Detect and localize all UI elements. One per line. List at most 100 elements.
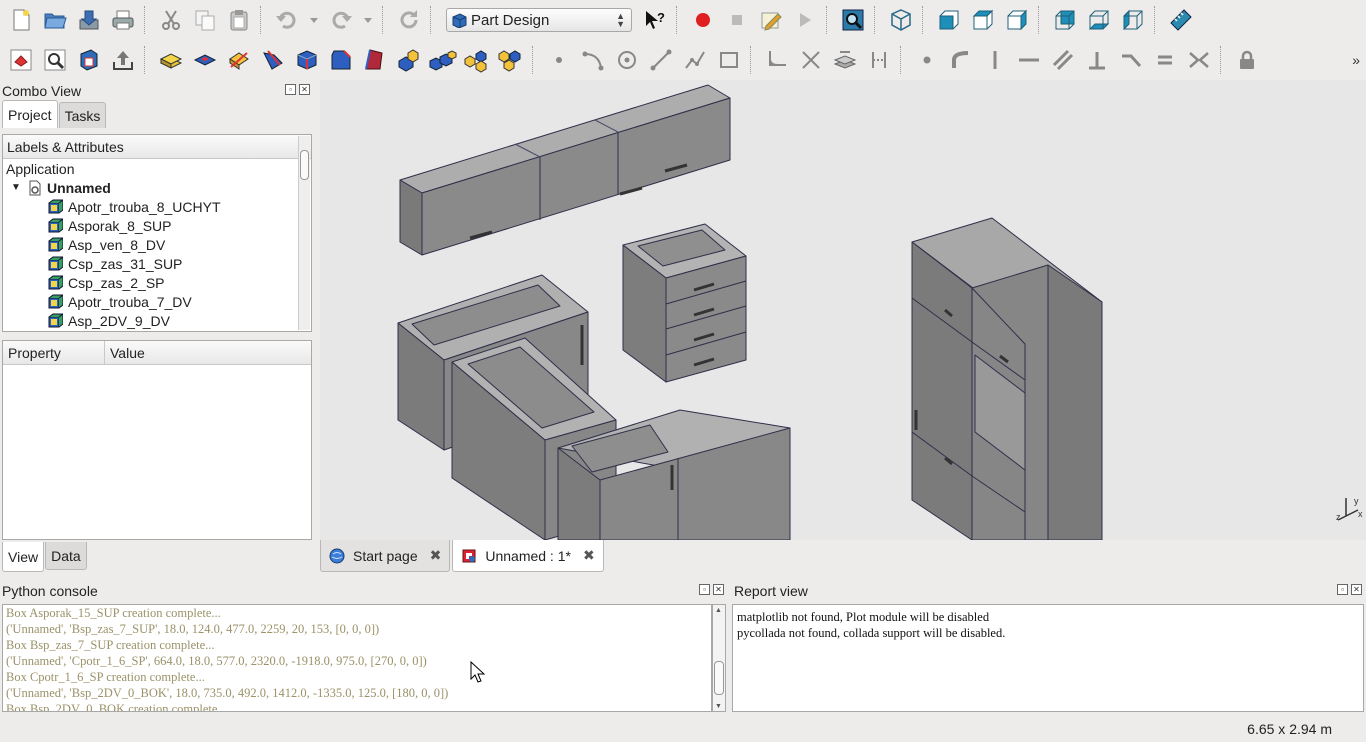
constrain-equal-icon[interactable] [1148,43,1182,77]
tree-application-root[interactable]: Application [3,159,311,178]
tab-start-page[interactable]: Start page ✖ [320,540,451,572]
toolbar-overflow-icon[interactable]: » [1352,52,1360,68]
constrain-symmetric-icon[interactable] [1114,43,1148,77]
console-scrollbar[interactable]: ▲ ▼ [712,604,726,712]
create-body-icon[interactable] [4,43,38,77]
tree-document-row[interactable]: ▼ Unnamed [3,178,311,197]
tree-item[interactable]: Asp_2DV_9_DV [3,311,311,330]
macro-record-icon[interactable] [686,3,720,37]
construction-mode-icon[interactable] [862,43,896,77]
macro-edit-icon[interactable] [754,3,788,37]
scroll-down-icon[interactable]: ▼ [715,703,722,710]
groove-icon[interactable] [256,43,290,77]
macro-run-icon[interactable] [788,3,822,37]
revolution-icon[interactable] [222,43,256,77]
close-icon[interactable]: ✕ [1351,584,1362,595]
view-front-icon[interactable] [932,3,966,37]
paste-icon[interactable] [222,3,256,37]
undo-icon[interactable] [270,3,304,37]
tab-data[interactable]: Data [45,542,87,570]
sketch-line-icon[interactable] [644,43,678,77]
sketch-polyline-icon[interactable] [678,43,712,77]
undock-icon[interactable]: ▫ [699,584,710,595]
fit-all-icon[interactable] [836,3,870,37]
view-left-icon[interactable] [1116,3,1150,37]
constrain-tangent-icon[interactable] [944,43,978,77]
scroll-thumb[interactable] [714,661,724,695]
expand-arrow-icon[interactable]: ▼ [11,182,25,193]
view-right-icon[interactable] [1000,3,1034,37]
close-icon[interactable]: ✕ [713,584,724,595]
view-bottom-icon[interactable] [1082,3,1116,37]
mirrored-icon[interactable] [392,43,426,77]
measure-distance-icon[interactable] [1164,3,1198,37]
close-icon[interactable]: ✖ [583,547,595,564]
report-view-output[interactable]: matplotlib not found, Plot module will b… [732,604,1364,712]
tree-scrollbar[interactable] [298,136,310,330]
constrain-coincident-icon[interactable] [910,43,944,77]
leave-sketch-icon[interactable] [106,43,140,77]
save-icon[interactable] [72,3,106,37]
tab-unnamed[interactable]: Unnamed : 1* ✖ [452,540,604,572]
refresh-icon[interactable] [392,3,426,37]
sketch-trim-icon[interactable] [794,43,828,77]
copy-icon[interactable] [188,3,222,37]
polar-pattern-icon[interactable] [460,43,494,77]
sketch-rectangle-icon[interactable] [712,43,746,77]
scroll-thumb[interactable] [300,150,309,180]
undo-dropdown-icon[interactable] [304,3,324,37]
tab-project[interactable]: Project [2,100,58,128]
property-view[interactable]: Property Value [2,340,312,540]
macro-stop-icon[interactable] [720,3,754,37]
whats-this-icon[interactable]: ? [638,3,672,37]
view-top-icon[interactable] [966,3,1000,37]
tree-item[interactable]: Asp_ven_8_DV [3,235,311,254]
linear-pattern-icon[interactable] [426,43,460,77]
python-console-output[interactable]: Box Asporak_15_SUP creation complete... … [2,604,712,712]
property-column-header[interactable]: Property [3,341,105,364]
tab-tasks[interactable]: Tasks [58,102,107,128]
undock-icon[interactable]: ▫ [285,84,296,95]
sketch-point-icon[interactable] [542,43,576,77]
sketch-fillet-icon[interactable] [760,43,794,77]
3d-viewport[interactable]: y x z [320,80,1366,540]
tree-item[interactable]: Apotr_trouba_7_DV [3,292,311,311]
map-sketch-icon[interactable] [72,43,106,77]
tree-column-header[interactable]: Labels & Attributes [3,135,311,159]
chamfer-icon[interactable] [324,43,358,77]
constrain-parallel-icon[interactable] [1046,43,1080,77]
view-isometric-icon[interactable] [884,3,918,37]
tree-item[interactable]: Csp_zas_2_SP [3,273,311,292]
open-folder-icon[interactable] [38,3,72,37]
tab-view[interactable]: View [2,542,45,572]
tree-item[interactable]: Asporak_8_SUP [3,216,311,235]
view-rear-icon[interactable] [1048,3,1082,37]
tree-item[interactable]: Apotr_trouba_8_UCHYT [3,197,311,216]
pad-icon[interactable] [154,43,188,77]
constrain-vertical-icon[interactable] [978,43,1012,77]
sketch-circle-icon[interactable] [610,43,644,77]
constrain-lock-icon[interactable] [1230,43,1264,77]
workbench-selector[interactable]: Part Design ▲ ▼ [446,8,632,32]
close-icon[interactable]: ✖ [430,547,442,564]
fillet-icon[interactable] [290,43,324,77]
constrain-horizontal-icon[interactable] [1012,43,1046,77]
redo-dropdown-icon[interactable] [358,3,378,37]
value-column-header[interactable]: Value [105,341,145,364]
redo-icon[interactable] [324,3,358,37]
tree-view[interactable]: Labels & Attributes Application ▼ Unname… [2,134,312,332]
scroll-up-icon[interactable]: ▲ [715,607,722,614]
draft-icon[interactable] [358,43,392,77]
cut-icon[interactable] [154,3,188,37]
constrain-perpendicular-icon[interactable] [1080,43,1114,77]
new-document-icon[interactable] [4,3,38,37]
tree-item[interactable]: Csp_zas_31_SUP [3,254,311,273]
constrain-symmetry-icon[interactable] [1182,43,1216,77]
multi-transform-icon[interactable] [494,43,528,77]
undock-icon[interactable]: ▫ [1337,584,1348,595]
create-sketch-icon[interactable] [38,43,72,77]
close-icon[interactable]: ✕ [299,84,310,95]
pocket-icon[interactable] [188,43,222,77]
print-icon[interactable] [106,3,140,37]
sketch-arc-icon[interactable] [576,43,610,77]
